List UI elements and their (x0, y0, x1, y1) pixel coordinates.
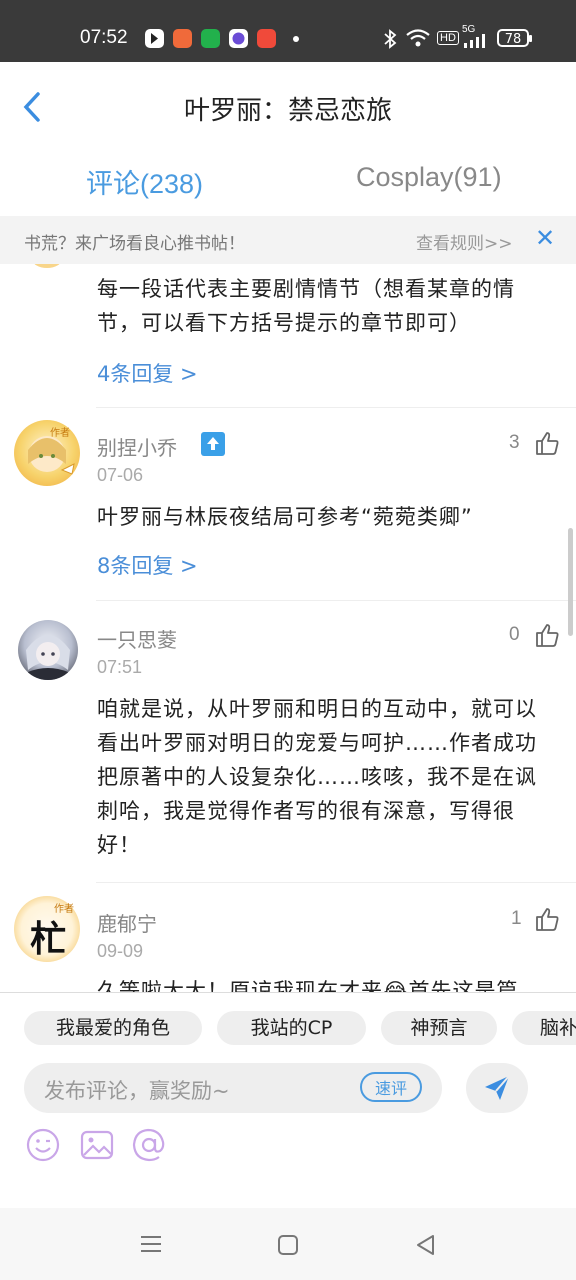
comment-list[interactable]: 每一段话代表主要剧情情节（想看某章的情节，可以看下方括号提示的章节即可） 4条回… (0, 264, 576, 992)
status-bar: 07:52 HD 5G 78 (0, 0, 576, 62)
system-navigation-bar (0, 1208, 576, 1280)
hd-badge: HD (437, 31, 459, 45)
avatar-illustration (28, 436, 75, 475)
comment-input-placeholder: 发布评论，赢奖励~ (44, 1079, 230, 1103)
quick-review-button[interactable]: 速评 (360, 1072, 422, 1102)
topic-chip[interactable]: 我最爱的角色 (24, 1011, 202, 1045)
avatar-illustration (26, 635, 70, 680)
avatar-text: 杧 (30, 919, 67, 960)
view-rules-link[interactable]: 查看规则>> (416, 229, 513, 254)
thumbs-up-icon[interactable] (534, 430, 560, 456)
app-notification-icon (257, 29, 276, 48)
like-count: 0 (509, 624, 520, 645)
comment-username[interactable]: 别捏小乔 (97, 432, 177, 461)
comment-username[interactable]: 鹿郁宁 (97, 908, 157, 937)
notice-banner[interactable]: 书荒？来广场看良心推书帖！ 查看规则>> ✕ (0, 216, 576, 264)
comment-text: 久等啦大大！原谅我现在才来😂首先这是篇 (97, 979, 519, 992)
avatar[interactable] (32, 264, 62, 268)
banner-text[interactable]: 书荒？来广场看良心推书帖！ (24, 229, 245, 254)
bluetooth-icon (384, 29, 397, 49)
send-button[interactable] (466, 1063, 528, 1113)
like-count: 3 (509, 432, 520, 453)
menu-icon[interactable] (139, 1234, 163, 1254)
comment-text: 咱就是说，从叶罗丽和明日的互动中，就可以看出叶罗丽对明日的宠爱与呵护……作者成功… (97, 697, 537, 857)
comment-text: 每一段话代表主要剧情情节（想看某章的情节，可以看下方括号提示的章节即可） (97, 277, 515, 335)
image-icon[interactable] (79, 1127, 115, 1163)
comment-input[interactable]: 发布评论，赢奖励~ 速评 (24, 1063, 442, 1113)
back-triangle-icon[interactable] (414, 1233, 436, 1257)
comment-username[interactable]: 一只思菱 (97, 624, 177, 653)
thumbs-up-icon[interactable] (534, 906, 560, 932)
app-notification-icon (145, 29, 164, 48)
close-icon[interactable]: ✕ (535, 224, 555, 252)
level-up-badge-icon (201, 432, 225, 456)
avatar[interactable] (18, 620, 78, 680)
like-count: 1 (511, 908, 522, 929)
emoji-icon[interactable] (25, 1127, 61, 1163)
view-replies-link[interactable]: 4条回复 > (97, 358, 198, 388)
divider (96, 882, 576, 883)
divider (96, 407, 576, 408)
comment-date: 07:51 (97, 657, 143, 677)
send-icon (485, 1075, 510, 1100)
at-icon[interactable] (131, 1127, 167, 1163)
tab-bar: 评论(238) Cosplay(91) (0, 152, 576, 216)
app-notification-icon (229, 29, 248, 48)
battery-indicator: 78 (497, 29, 532, 47)
signal-icon (464, 34, 485, 48)
avatar[interactable] (14, 420, 80, 486)
comment-text: 叶罗丽与林辰夜结局可参考“菀菀类卿” (97, 505, 473, 529)
tab-comments[interactable]: 评论(238) (86, 162, 203, 201)
tab-cosplay[interactable]: Cosplay(91) (356, 162, 502, 193)
scrollbar[interactable] (568, 528, 573, 636)
home-icon[interactable] (277, 1234, 299, 1256)
app-notification-icon (173, 29, 192, 48)
status-time: 07:52 (80, 27, 128, 48)
author-badge: 作者 (54, 904, 74, 915)
thumbs-up-icon[interactable] (534, 622, 560, 648)
comment-composer: 我最爱的角色 我站的CP 神预言 脑补 发布评论，赢奖励~ 速评 (0, 992, 576, 1209)
more-notifications-dot (293, 36, 299, 42)
page-title: 叶罗丽：禁忌恋旅 (183, 96, 392, 126)
comment-date: 07-06 (97, 465, 144, 485)
app-notification-icon (201, 29, 220, 48)
top-navigation-bar: 叶罗丽：禁忌恋旅 (0, 62, 576, 152)
divider (96, 600, 576, 601)
author-badge: 作者 (50, 428, 70, 439)
topic-chip[interactable]: 神预言 (381, 1011, 497, 1045)
comment-date: 09-09 (97, 941, 144, 961)
topic-chip[interactable]: 我站的CP (217, 1011, 366, 1045)
wifi-icon (406, 29, 430, 47)
view-replies-link[interactable]: 8条回复 > (97, 550, 198, 580)
topic-chip[interactable]: 脑补 (512, 1011, 576, 1045)
